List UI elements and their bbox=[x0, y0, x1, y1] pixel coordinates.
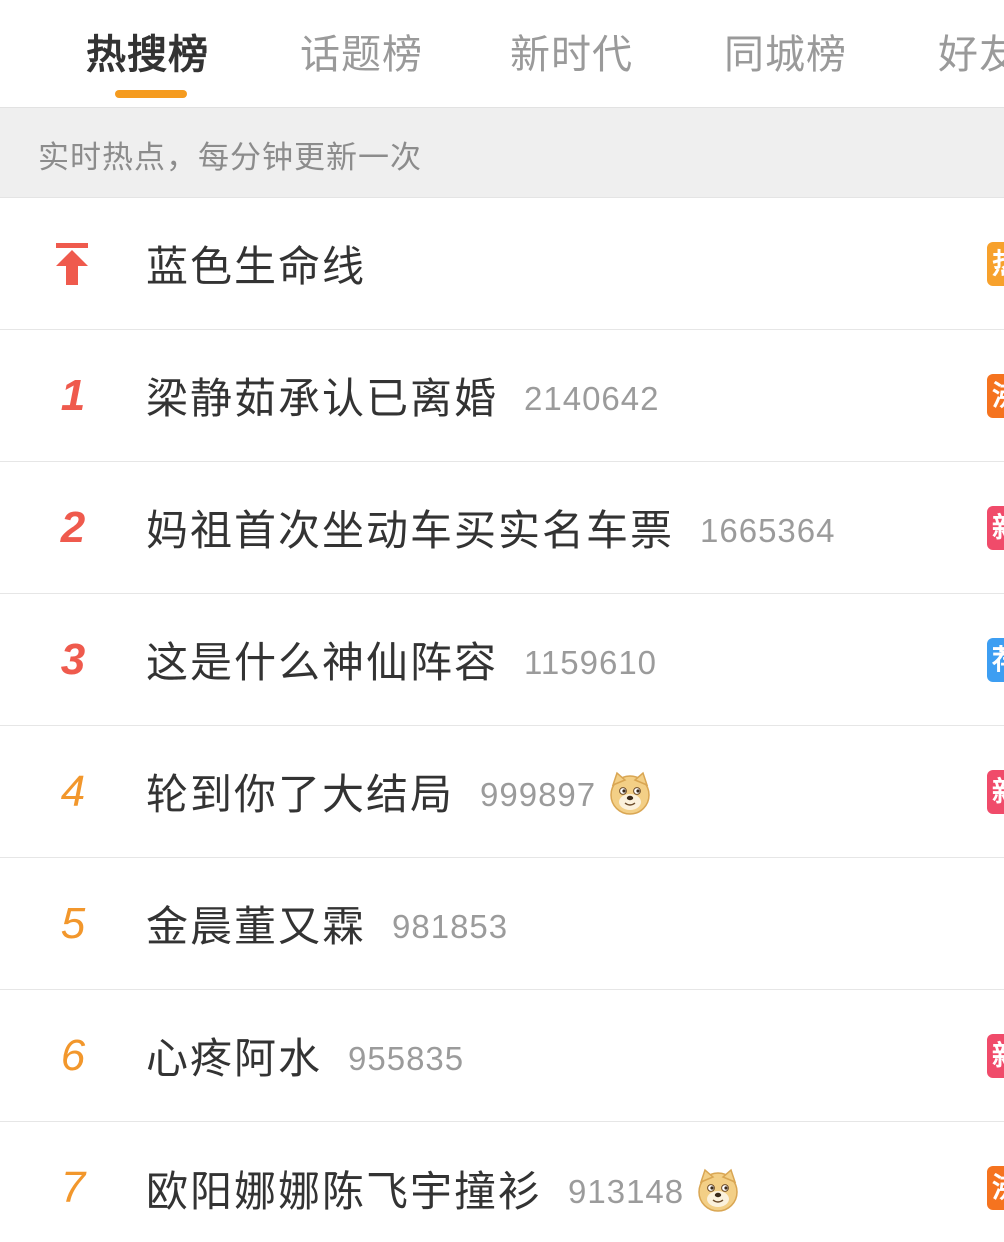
hot-search-row[interactable]: 7 欧阳娜娜陈飞宇撞衫 913148 沸 bbox=[0, 1122, 1004, 1242]
status-badge: 新 bbox=[987, 1033, 1004, 1078]
rank-number: 3 bbox=[60, 634, 86, 684]
pin-top-icon bbox=[56, 242, 88, 285]
hot-search-item[interactable]: 心疼阿水 955835 bbox=[146, 1025, 464, 1086]
hot-search-list: 蓝色生命线 热 1 梁静茹承认已离婚 2140642 沸 2 妈祖首次坐动车买实名… bbox=[0, 198, 1004, 1242]
hot-search-item[interactable]: 金晨董又霖 981853 bbox=[146, 893, 508, 954]
rank-number: 4 bbox=[60, 766, 86, 816]
search-count: 981853 bbox=[392, 908, 509, 945]
realtime-hint: 实时热点，每分钟更新一次 bbox=[0, 108, 1004, 198]
tab-bar: 热搜榜 话题榜 新时代 同城榜 好友 bbox=[0, 0, 1004, 108]
hot-search-row[interactable]: 2 妈祖首次坐动车买实名车票 1665364 新 bbox=[0, 462, 1004, 594]
search-count: 955835 bbox=[348, 1040, 465, 1077]
status-badge: 热 bbox=[987, 241, 1004, 286]
status-badge: 沸 bbox=[987, 1166, 1004, 1210]
rank-number: 6 bbox=[60, 1030, 86, 1080]
tab-friends[interactable]: 好友 bbox=[938, 22, 1004, 80]
search-count: 913148 bbox=[568, 1172, 685, 1210]
search-count: 1665364 bbox=[700, 512, 836, 549]
status-badge: 新 bbox=[987, 769, 1004, 814]
hot-search-item[interactable]: 妈祖首次坐动车买实名车票 1665364 bbox=[146, 497, 836, 558]
hot-search-item[interactable]: 这是什么神仙阵容 1159610 bbox=[146, 629, 657, 690]
hot-search-item[interactable]: 轮到你了大结局 999897 bbox=[146, 761, 652, 822]
hot-search-item[interactable]: 蓝色生命线 bbox=[146, 233, 366, 294]
hot-search-item[interactable]: 梁静茹承认已离婚 2140642 bbox=[146, 365, 660, 426]
rank-number: 2 bbox=[60, 502, 86, 552]
hot-search-title: 梁静茹承认已离婚 bbox=[146, 374, 499, 423]
rank-number: 7 bbox=[60, 1163, 86, 1212]
tab-topics[interactable]: 话题榜 bbox=[300, 22, 423, 80]
hot-search-row[interactable]: 蓝色生命线 热 bbox=[0, 198, 1004, 330]
rank-number: 1 bbox=[60, 370, 86, 420]
hot-search-title: 轮到你了大结局 bbox=[146, 770, 455, 819]
tab-new-era[interactable]: 新时代 bbox=[510, 22, 633, 80]
rank-number: 5 bbox=[60, 898, 86, 948]
search-count: 999897 bbox=[480, 776, 597, 813]
hot-search-title: 金晨董又霖 bbox=[146, 902, 367, 951]
status-badge: 新 bbox=[987, 505, 1004, 550]
hot-search-title: 这是什么神仙阵容 bbox=[146, 638, 499, 687]
hot-search-row[interactable]: 3 这是什么神仙阵容 1159610 荐 bbox=[0, 594, 1004, 726]
hot-search-row[interactable]: 1 梁静茹承认已离婚 2140642 沸 bbox=[0, 330, 1004, 462]
search-count: 2140642 bbox=[524, 380, 660, 417]
hot-search-row[interactable]: 4 轮到你了大结局 999897 新 bbox=[0, 726, 1004, 858]
tab-local[interactable]: 同城榜 bbox=[724, 22, 847, 80]
status-badge: 荐 bbox=[987, 637, 1004, 682]
doge-emoji-icon bbox=[610, 771, 650, 815]
hot-search-row[interactable]: 5 金晨董又霖 981853 bbox=[0, 858, 1004, 990]
hot-search-item[interactable]: 欧阳娜娜陈飞宇撞衫 913148 bbox=[146, 1158, 740, 1219]
doge-emoji-icon bbox=[698, 1168, 738, 1212]
hot-search-title: 蓝色生命线 bbox=[146, 242, 367, 291]
search-count: 1159610 bbox=[524, 644, 658, 681]
active-tab-indicator bbox=[115, 90, 187, 98]
tab-hot-search[interactable]: 热搜榜 bbox=[86, 22, 209, 80]
hot-search-title: 欧阳娜娜陈飞宇撞衫 bbox=[146, 1166, 543, 1216]
hot-search-row[interactable]: 6 心疼阿水 955835 新 bbox=[0, 990, 1004, 1122]
status-badge: 沸 bbox=[987, 373, 1004, 418]
hot-search-title: 妈祖首次坐动车买实名车票 bbox=[146, 506, 675, 555]
hot-search-title: 心疼阿水 bbox=[146, 1034, 323, 1083]
